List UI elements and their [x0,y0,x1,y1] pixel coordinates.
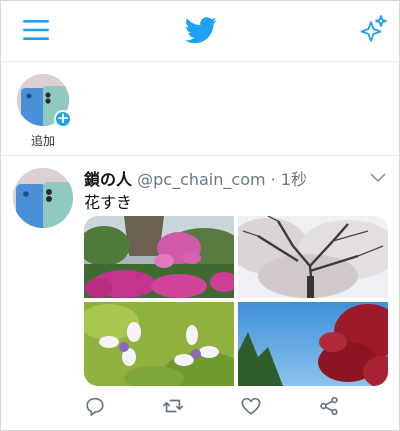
author-handle[interactable]: @pc_chain_com [137,170,265,189]
chevron-down-icon[interactable] [370,169,386,182]
media-photo-azaleas[interactable] [84,216,234,298]
twitter-bird-icon[interactable] [184,14,217,46]
media-photo-cyclamen[interactable] [84,302,234,386]
tweet-text: 花すき [84,193,133,212]
media-grid [84,216,388,386]
meta-separator: · [265,170,281,189]
add-fleet-icon[interactable]: + [54,110,72,128]
tweet-header: 鎖の人 @pc_chain_com · 1秒 [84,166,374,190]
like-icon[interactable] [240,395,264,419]
media-photo-cherry-tree[interactable] [238,216,388,298]
sparkle-icon[interactable] [358,14,388,44]
top-bar [0,0,400,62]
tweet[interactable]: 鎖の人 @pc_chain_com · 1秒 花すき [0,157,400,431]
avatar[interactable] [13,168,73,228]
media-photo-maple-sky[interactable] [238,302,388,386]
author-name[interactable]: 鎖の人 [84,170,132,189]
reply-icon[interactable] [84,395,108,419]
hamburger-menu-icon[interactable] [22,16,50,44]
fleets-row: + 追加 [0,62,400,156]
tweet-actions [84,395,388,425]
tweet-timestamp[interactable]: 1秒 [281,170,307,189]
retweet-icon[interactable] [162,395,186,419]
fleet-add-label: 追加 [30,134,55,148]
share-icon[interactable] [318,395,342,419]
